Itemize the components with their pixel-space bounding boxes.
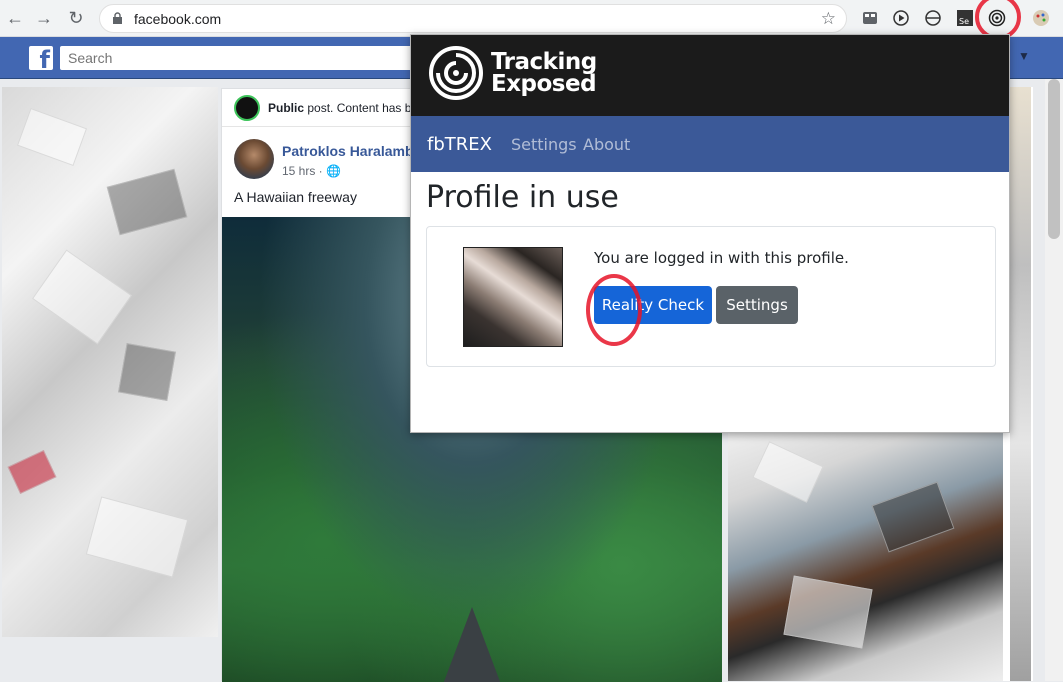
- extension-grid-icon[interactable]: [861, 9, 879, 27]
- page-title: Profile in use: [426, 180, 619, 215]
- url-text: facebook.com: [134, 11, 222, 27]
- logo-line-2: Exposed: [491, 71, 597, 97]
- nav-settings[interactable]: Settings: [511, 135, 577, 154]
- logo-line-1: Tracking: [491, 49, 597, 75]
- blurred-far-right-strip: [1010, 87, 1031, 681]
- page-scrollbar[interactable]: [1045, 79, 1063, 681]
- post-time[interactable]: 15 hrs ·: [282, 164, 326, 178]
- highlight-circle-reality-check: [586, 274, 642, 346]
- tracking-exposed-badge-icon: [234, 95, 260, 121]
- popup-logo-bar: Tracking Exposed: [411, 35, 1009, 116]
- profile-status-text: You are logged in with this profile.: [594, 249, 849, 267]
- notice-public-label: Public: [268, 101, 305, 115]
- selenium-icon[interactable]: Se: [956, 9, 974, 27]
- notice-text: post. Content has b: [304, 101, 412, 115]
- lock-icon: [113, 12, 122, 24]
- svg-text:Se: Se: [959, 17, 969, 26]
- post-text: A Hawaiian freeway: [234, 189, 357, 205]
- blurred-left-column: [2, 87, 218, 637]
- popup-navbar: fbTREX Settings About: [411, 116, 1009, 172]
- forward-icon[interactable]: →: [33, 7, 55, 29]
- road-shape: [442, 607, 502, 682]
- tracking-exposed-logo-icon: [429, 46, 483, 100]
- palette-icon[interactable]: [1032, 9, 1050, 27]
- search-input[interactable]: [60, 46, 420, 70]
- facebook-logo-icon[interactable]: f: [29, 46, 53, 70]
- address-bar[interactable]: facebook.com ☆: [99, 4, 847, 33]
- settings-button[interactable]: Settings: [716, 286, 798, 324]
- author-avatar[interactable]: [234, 139, 274, 179]
- reload-icon[interactable]: ↻: [65, 7, 87, 29]
- play-icon[interactable]: [892, 9, 910, 27]
- extension-popup: Tracking Exposed fbTREX Settings About P…: [410, 34, 1010, 433]
- profile-picture: [463, 247, 563, 347]
- bookmark-star-icon[interactable]: ☆: [821, 9, 836, 29]
- profile-card: You are logged in with this profile. Rea…: [426, 226, 996, 367]
- navbar-brand[interactable]: fbTREX: [427, 134, 492, 155]
- circle-icon[interactable]: [924, 9, 942, 27]
- browser-toolbar: ← → ↻ facebook.com ☆ Se: [0, 0, 1063, 37]
- author-name-link[interactable]: Patroklos Haralamb: [282, 143, 414, 159]
- logo-text: Tracking Exposed: [491, 49, 597, 97]
- post-meta: 15 hrs · 🌐: [282, 164, 341, 178]
- scrollbar-thumb[interactable]: [1048, 79, 1060, 239]
- blurred-right-image: [728, 432, 1003, 681]
- nav-about[interactable]: About: [583, 135, 630, 154]
- globe-icon: 🌐: [326, 164, 341, 178]
- back-icon[interactable]: ←: [4, 7, 26, 29]
- account-menu-caret-icon[interactable]: ▼: [1018, 49, 1030, 63]
